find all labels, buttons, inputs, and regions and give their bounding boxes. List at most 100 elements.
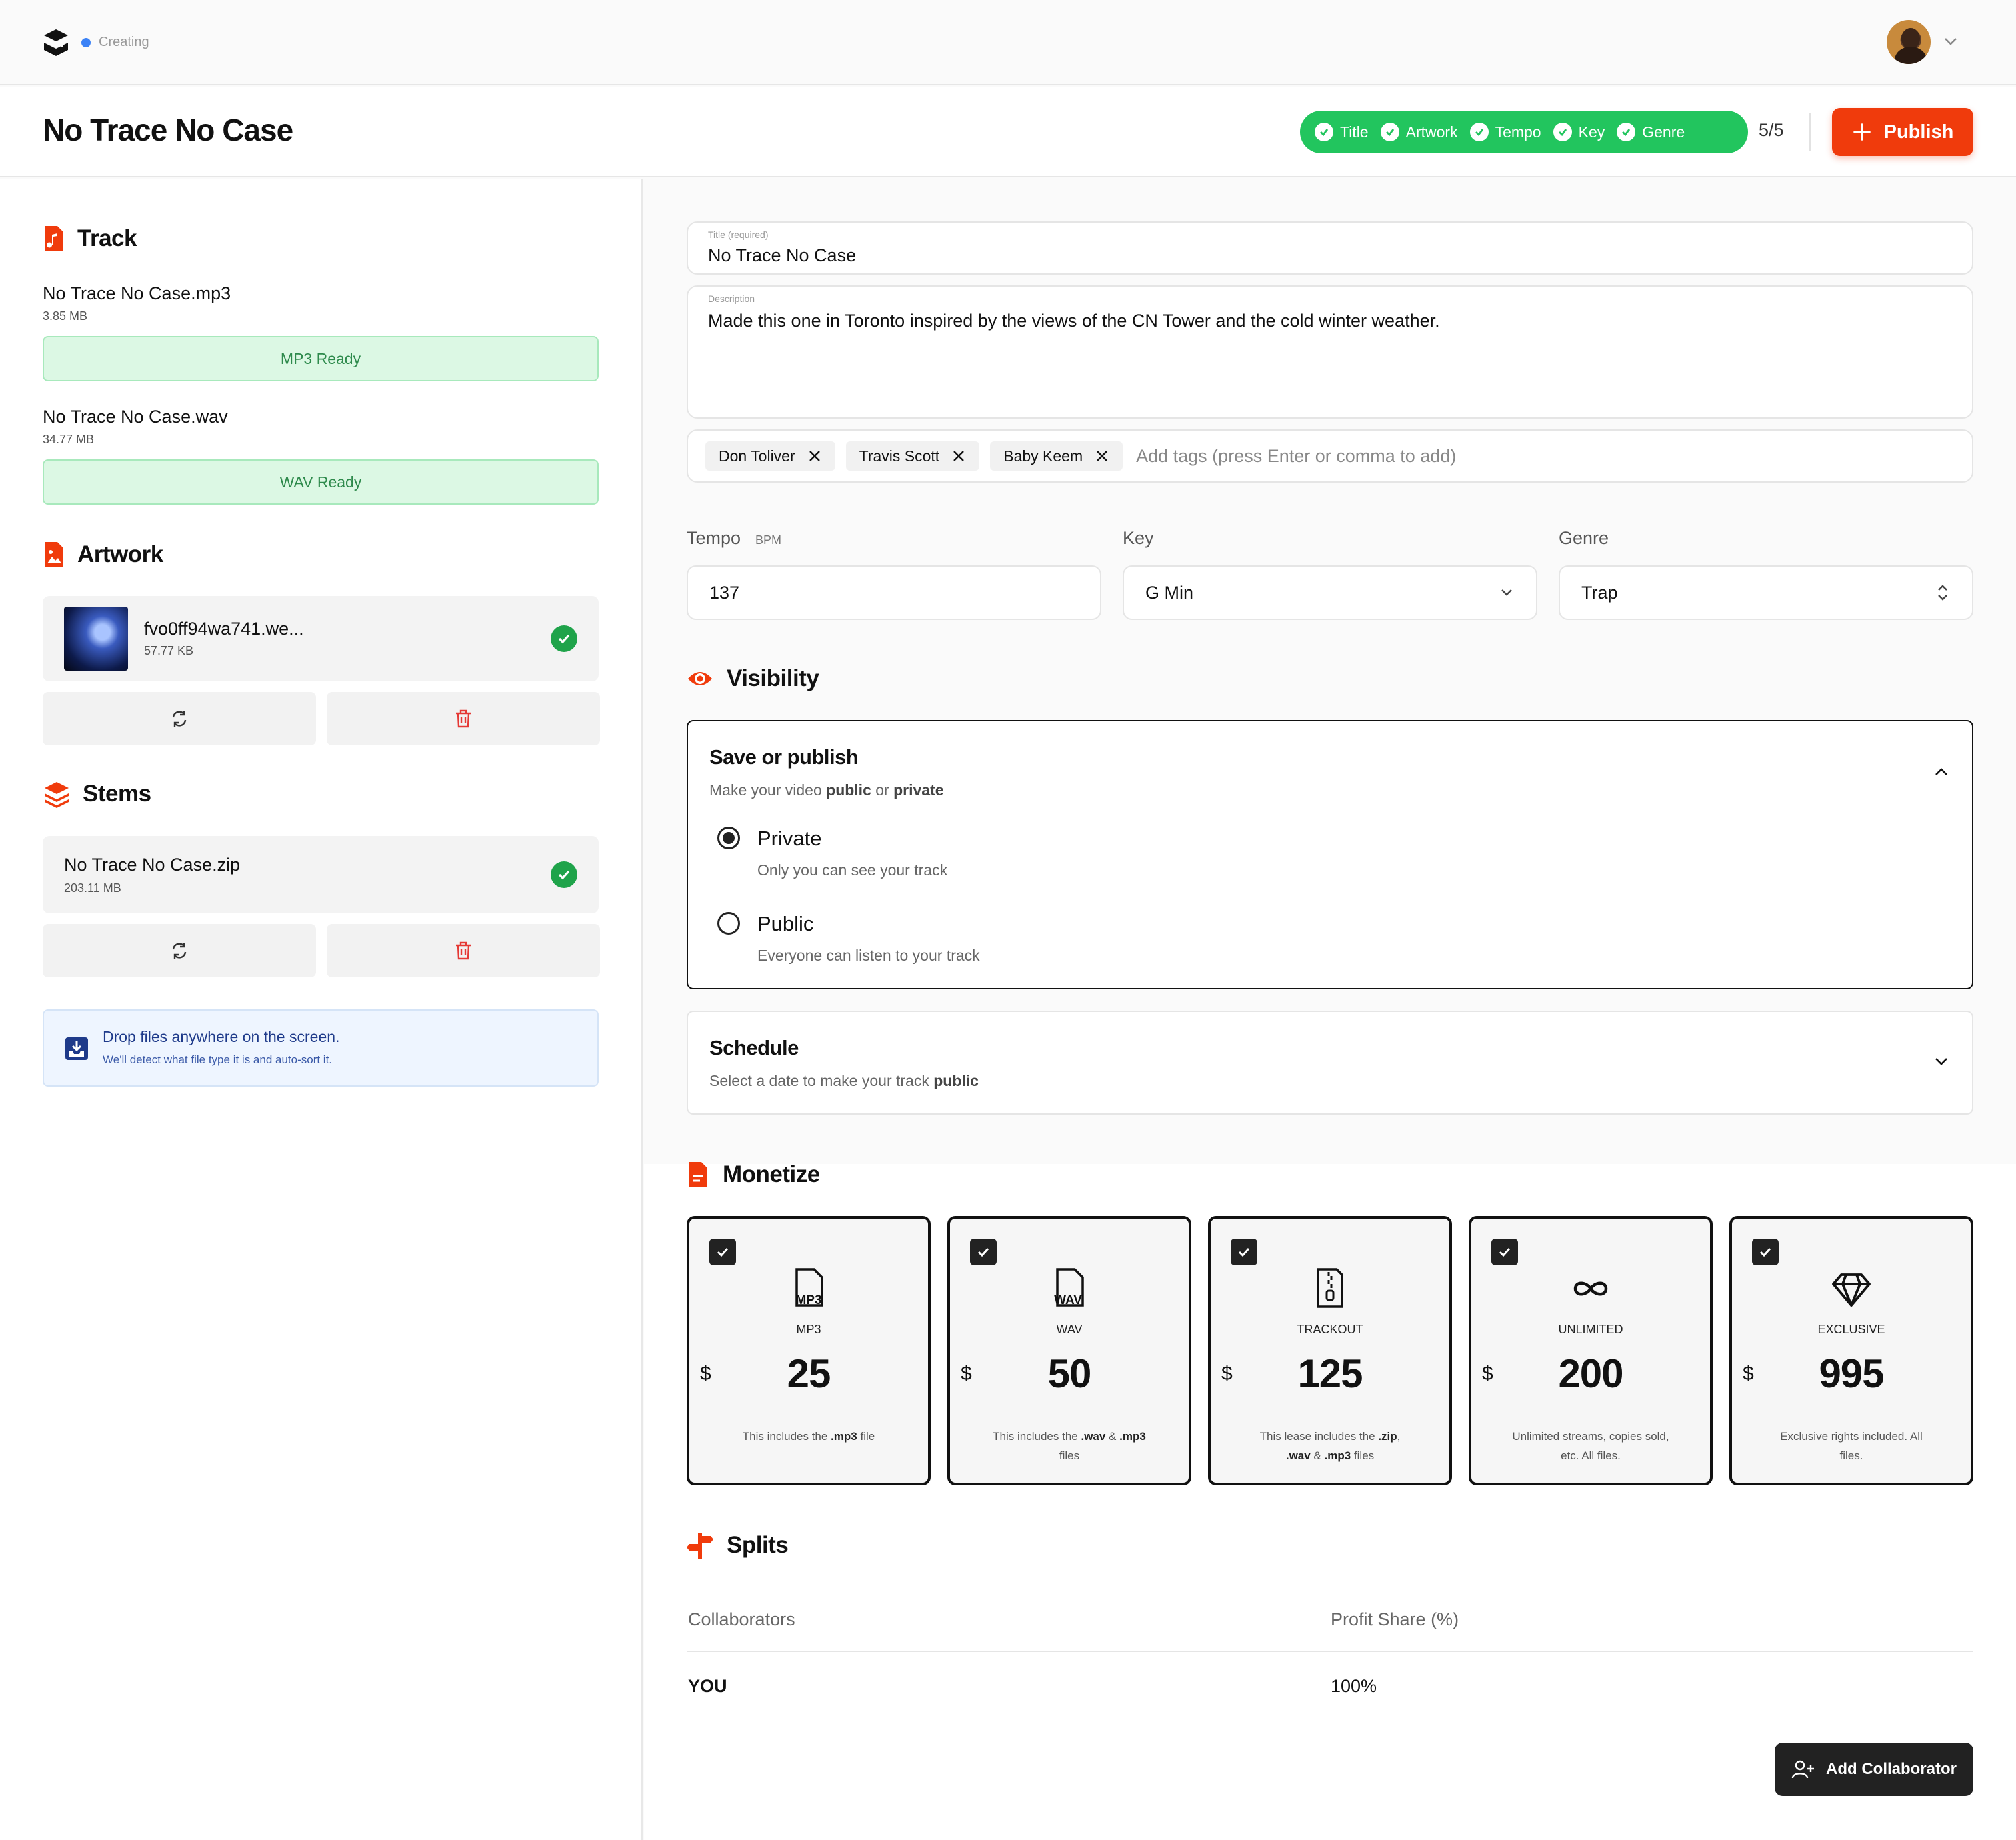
completion-count: 5/5 xyxy=(1759,120,1784,140)
collaborator-name: YOU xyxy=(688,1676,727,1696)
license-card-trackout[interactable]: TRACKOUT $ 125 This lease includes the .… xyxy=(1208,1216,1452,1485)
license-checkbox[interactable] xyxy=(1231,1239,1257,1265)
tempo-label: Tempo BPM xyxy=(687,528,782,548)
key-select[interactable]: G Min xyxy=(1123,565,1537,620)
license-checkbox[interactable] xyxy=(970,1239,997,1265)
license-checkbox[interactable] xyxy=(1752,1239,1779,1265)
schedule-title: Schedule xyxy=(709,1036,799,1059)
artwork-file-name: fvo0ff94wa741.we... xyxy=(144,619,304,639)
title-field-label: Title (required) xyxy=(708,229,769,240)
license-price[interactable]: 995 xyxy=(1732,1351,1971,1397)
license-card-wav[interactable]: WAV WAV $ 50 This includes the .wav & .m… xyxy=(947,1216,1191,1485)
replace-artwork-button[interactable] xyxy=(43,692,316,745)
license-description: This lease includes the .zip, .wav & .mp… xyxy=(1259,1430,1401,1462)
drop-zone-title: Drop files anywhere on the screen. xyxy=(103,1028,340,1045)
top-bar xyxy=(0,0,2016,85)
license-price[interactable]: 50 xyxy=(950,1351,1189,1397)
track-file-name: No Trace No Case.mp3 xyxy=(43,283,231,303)
license-card-exclusive[interactable]: EXCLUSIVE $ 995 Exclusive rights include… xyxy=(1729,1216,1973,1485)
close-icon[interactable] xyxy=(951,449,966,463)
license-name: EXCLUSIVE xyxy=(1817,1323,1885,1336)
close-icon[interactable] xyxy=(807,449,822,463)
check-circle-icon xyxy=(1617,123,1636,141)
replace-stems-button[interactable] xyxy=(43,924,316,977)
monetize-section-title: Monetize xyxy=(687,1160,820,1189)
track-file-size: 3.85 MB xyxy=(43,309,88,323)
tempo-input[interactable]: 137 xyxy=(687,565,1101,620)
tags-input[interactable]: Add tags (press Enter or comma to add) xyxy=(1136,446,1456,467)
completion-progress: Title Artwork Tempo Key Genre xyxy=(1300,111,1748,153)
diamond-icon xyxy=(1832,1273,1871,1307)
mp3-ready-badge: MP3 Ready xyxy=(43,336,599,381)
check-circle-icon xyxy=(1315,123,1333,141)
progress-chip-title: Title xyxy=(1315,123,1369,141)
drop-zone[interactable]: Drop files anywhere on the screen. We'll… xyxy=(43,1009,599,1087)
add-collaborator-button[interactable]: Add Collaborator xyxy=(1775,1743,1973,1796)
stems-file-name: No Trace No Case.zip xyxy=(64,855,241,875)
wav-file-icon: WAV xyxy=(1054,1268,1084,1307)
track-file-name: No Trace No Case.wav xyxy=(43,407,228,427)
artwork-thumbnail xyxy=(64,607,128,671)
license-price[interactable]: 25 xyxy=(689,1351,928,1397)
refresh-icon xyxy=(172,711,187,727)
invoice-file-icon xyxy=(689,1162,707,1187)
radio-public[interactable] xyxy=(717,912,740,935)
license-price[interactable]: 200 xyxy=(1471,1351,1710,1397)
trash-icon xyxy=(456,941,471,960)
stems-section-title: Stems xyxy=(43,780,151,808)
chevron-up-down-icon xyxy=(1938,585,1947,601)
user-plus-icon xyxy=(1791,1760,1814,1779)
splits-section-title: Splits xyxy=(687,1531,789,1560)
tag-chip: Don Toliver xyxy=(705,441,835,471)
chevron-down-icon[interactable] xyxy=(1932,1053,1951,1069)
check-circle-icon xyxy=(1553,123,1572,141)
publish-button[interactable]: Publish xyxy=(1832,108,1973,156)
collaborator-share[interactable]: 100% xyxy=(1331,1676,1377,1697)
license-name: UNLIMITED xyxy=(1558,1323,1623,1336)
schedule-panel[interactable]: Schedule Select a date to make your trac… xyxy=(687,1011,1973,1115)
delete-stems-button[interactable] xyxy=(327,924,600,977)
avatar[interactable] xyxy=(1887,20,1931,64)
license-price[interactable]: 125 xyxy=(1211,1351,1449,1397)
title-input[interactable]: No Trace No Case xyxy=(708,245,856,266)
check-circle-icon xyxy=(1469,123,1489,141)
tags-field[interactable]: Don Toliver Travis Scott Baby Keem Add t… xyxy=(687,429,1973,483)
title-field[interactable]: Title (required) No Trace No Case xyxy=(687,221,1973,275)
drop-zone-subtitle: We'll detect what file type it is and au… xyxy=(103,1053,333,1066)
description-field[interactable]: Description Made this one in Toronto ins… xyxy=(687,285,1973,419)
plus-icon xyxy=(1853,123,1871,141)
chevron-up-icon[interactable] xyxy=(1932,764,1951,780)
progress-chip-key: Key xyxy=(1553,123,1605,141)
wav-ready-badge: WAV Ready xyxy=(43,459,599,505)
trash-icon xyxy=(456,709,471,728)
close-icon[interactable] xyxy=(1095,449,1109,463)
check-circle-icon xyxy=(551,861,577,888)
visibility-section-title: Visibility xyxy=(687,665,819,692)
key-label: Key xyxy=(1123,528,1154,548)
table-divider xyxy=(687,1651,1973,1652)
genre-select[interactable]: Trap xyxy=(1559,565,1973,620)
license-card-unlimited[interactable]: UNLIMITED $ 200 Unlimited streams, copie… xyxy=(1469,1216,1713,1485)
track-file-size: 34.77 MB xyxy=(43,433,95,446)
visibility-panel-title: Save or publish xyxy=(709,745,859,769)
license-card-mp3[interactable]: MP3 MP3 $ 25 This includes the .mp3 file xyxy=(687,1216,931,1485)
schedule-subtitle: Select a date to make your track public xyxy=(709,1072,979,1089)
chevron-down-icon xyxy=(1501,589,1512,596)
option-public-label: Public xyxy=(757,912,814,935)
description-input[interactable]: Made this one in Toronto inspired by the… xyxy=(708,311,1440,331)
license-description: This includes the .wav & .mp3 files xyxy=(993,1430,1146,1462)
chevron-down-icon[interactable] xyxy=(1943,35,1959,51)
music-file-icon xyxy=(45,226,63,251)
tag-chip: Baby Keem xyxy=(990,441,1123,471)
license-name: TRACKOUT xyxy=(1297,1323,1363,1336)
delete-artwork-button[interactable] xyxy=(327,692,600,745)
radio-private[interactable] xyxy=(717,827,740,849)
option-private-desc: Only you can see your track xyxy=(757,861,948,879)
status-dot xyxy=(81,38,91,47)
progress-chip-genre: Genre xyxy=(1617,123,1685,141)
app-logo[interactable] xyxy=(43,28,69,57)
license-checkbox[interactable] xyxy=(709,1239,736,1265)
license-checkbox[interactable] xyxy=(1491,1239,1518,1265)
artwork-section-title: Artwork xyxy=(43,540,163,569)
check-circle-icon xyxy=(1380,123,1399,141)
